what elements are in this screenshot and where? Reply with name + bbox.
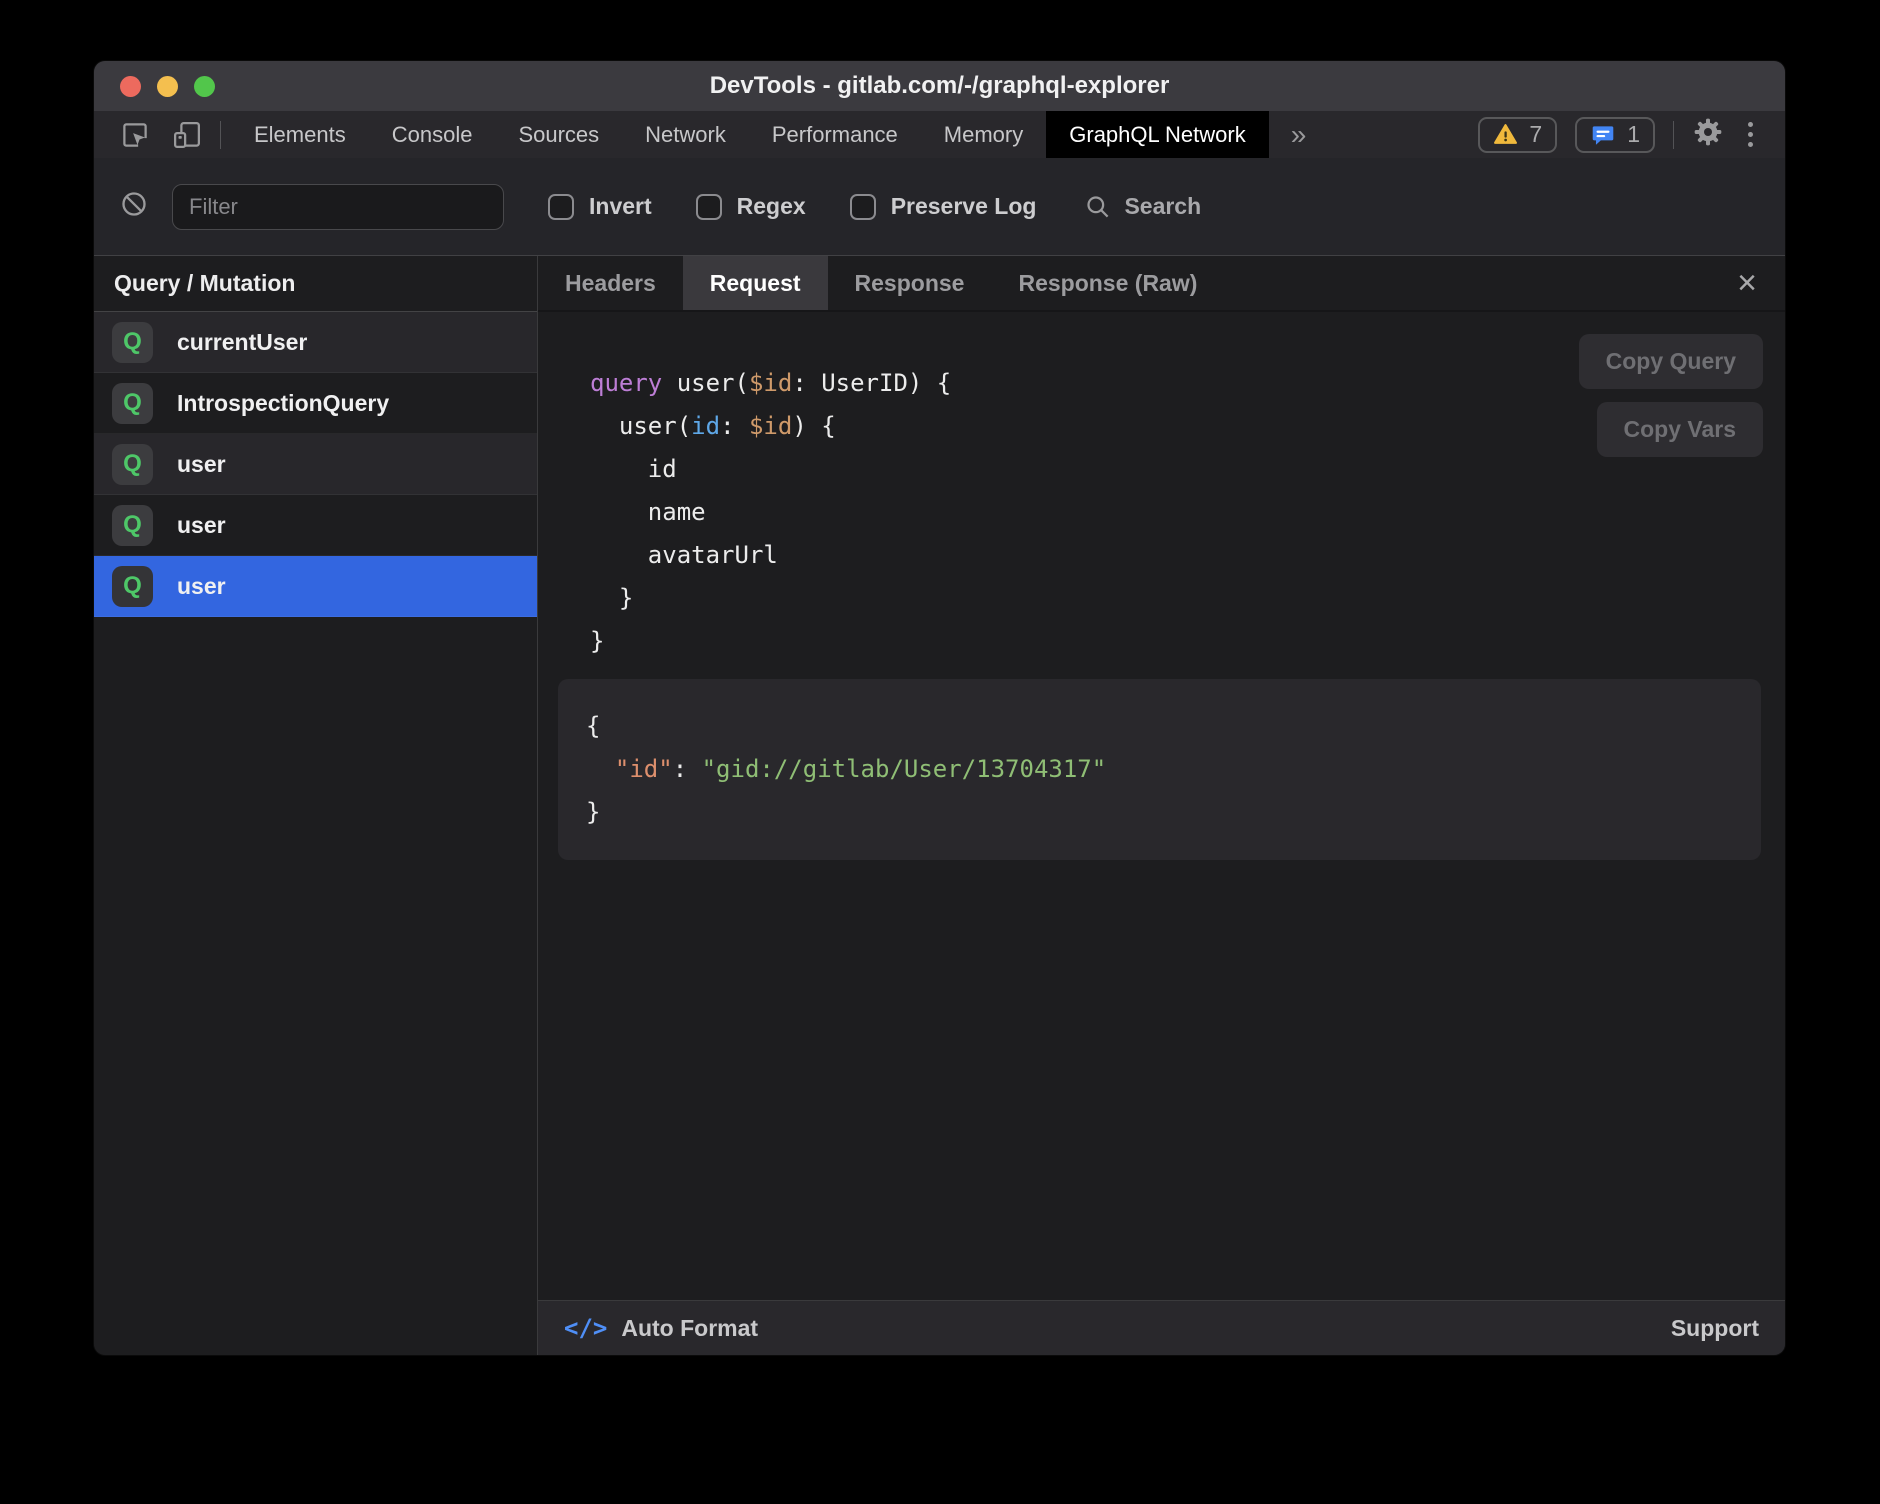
zoom-window-button[interactable] <box>194 76 215 97</box>
detail-pane: Headers Request Response Response (Raw) … <box>538 256 1785 1355</box>
warning-count: 7 <box>1529 121 1542 148</box>
filter-input[interactable] <box>172 184 504 230</box>
message-count: 1 <box>1627 121 1640 148</box>
auto-format-label: Auto Format <box>621 1315 758 1342</box>
query-type-icon: Q <box>112 444 153 485</box>
devtools-tabbar: Elements Console Sources Network Perform… <box>94 111 1785 158</box>
invert-label: Invert <box>589 193 652 220</box>
tab-headers[interactable]: Headers <box>538 256 683 310</box>
warning-triangle-icon <box>1493 122 1518 147</box>
invert-checkbox[interactable] <box>548 194 574 220</box>
close-icon[interactable]: × <box>1709 256 1785 310</box>
search-label: Search <box>1124 193 1201 220</box>
query-item-introspectionquery[interactable]: Q IntrospectionQuery <box>94 373 537 434</box>
messages-badge[interactable]: 1 <box>1575 117 1655 153</box>
regex-checkbox-group[interactable]: Regex <box>696 193 806 220</box>
message-bubble-icon <box>1590 122 1616 148</box>
query-variables-box: { "id": "gid://gitlab/User/13704317"} <box>558 679 1761 860</box>
tab-graphql-network[interactable]: GraphQL Network <box>1046 111 1268 158</box>
support-link[interactable]: Support <box>1671 1315 1759 1342</box>
sidebar-header: Query / Mutation <box>94 256 537 312</box>
more-tabs-chevron-icon[interactable]: » <box>1269 111 1329 158</box>
query-item-user-1[interactable]: Q user <box>94 434 537 495</box>
search-icon <box>1084 193 1111 220</box>
regex-checkbox[interactable] <box>696 194 722 220</box>
query-type-icon: Q <box>112 566 153 607</box>
query-item-currentuser[interactable]: Q currentUser <box>94 312 537 373</box>
query-type-icon: Q <box>112 505 153 546</box>
tabbar-right-controls: 7 1 <box>1478 111 1785 158</box>
tab-response[interactable]: Response <box>828 256 992 310</box>
invert-checkbox-group[interactable]: Invert <box>548 193 652 220</box>
tab-console[interactable]: Console <box>369 111 496 158</box>
toolbar-icons <box>94 111 220 158</box>
copy-query-button[interactable]: Copy Query <box>1579 334 1763 389</box>
regex-label: Regex <box>737 193 806 220</box>
preserve-log-checkbox[interactable] <box>850 194 876 220</box>
tab-sources[interactable]: Sources <box>495 111 622 158</box>
close-window-button[interactable] <box>120 76 141 97</box>
tab-elements[interactable]: Elements <box>231 111 369 158</box>
preserve-log-label: Preserve Log <box>891 193 1037 220</box>
window-title: DevTools - gitlab.com/-/graphql-explorer <box>710 72 1170 100</box>
toolbar-divider <box>220 121 221 149</box>
devtools-window: DevTools - gitlab.com/-/graphql-explorer… <box>93 60 1786 1356</box>
title-bar: DevTools - gitlab.com/-/graphql-explorer <box>94 61 1785 111</box>
copy-buttons: Copy Query Copy Vars <box>1579 334 1763 457</box>
settings-gear-icon[interactable] <box>1692 116 1724 153</box>
tab-performance[interactable]: Performance <box>749 111 921 158</box>
tabbar-right-divider <box>1673 121 1674 149</box>
copy-vars-button[interactable]: Copy Vars <box>1597 402 1764 457</box>
device-toolbar-icon[interactable] <box>172 120 202 150</box>
query-sidebar: Query / Mutation Q currentUser Q Introsp… <box>94 256 538 1355</box>
code-brackets-icon: </> <box>564 1314 607 1342</box>
minimize-window-button[interactable] <box>157 76 178 97</box>
kebab-menu-icon[interactable] <box>1742 122 1759 147</box>
query-type-icon: Q <box>112 383 153 424</box>
tab-network[interactable]: Network <box>622 111 749 158</box>
query-item-user-2[interactable]: Q user <box>94 495 537 556</box>
detail-footer: </> Auto Format Support <box>538 1300 1785 1355</box>
filter-bar: Invert Regex Preserve Log Search <box>94 158 1785 256</box>
main-split: Query / Mutation Q currentUser Q Introsp… <box>94 256 1785 1355</box>
preserve-log-checkbox-group[interactable]: Preserve Log <box>850 193 1037 220</box>
query-type-icon: Q <box>112 322 153 363</box>
devtools-tabs: Elements Console Sources Network Perform… <box>231 111 1269 158</box>
tab-request[interactable]: Request <box>683 256 828 310</box>
tab-memory[interactable]: Memory <box>921 111 1046 158</box>
auto-format-toggle[interactable]: </> Auto Format <box>564 1314 758 1342</box>
clear-block-icon[interactable] <box>120 190 148 223</box>
warnings-badge[interactable]: 7 <box>1478 117 1557 153</box>
request-view: Copy Query Copy Vars query user($id: Use… <box>538 312 1785 1300</box>
search-control[interactable]: Search <box>1084 193 1201 220</box>
inspect-element-icon[interactable] <box>120 120 150 150</box>
detail-tabs: Headers Request Response Response (Raw) … <box>538 256 1785 312</box>
traffic-lights <box>120 61 215 111</box>
query-item-user-3-selected[interactable]: Q user <box>94 556 537 617</box>
tab-response-raw[interactable]: Response (Raw) <box>991 256 1224 310</box>
